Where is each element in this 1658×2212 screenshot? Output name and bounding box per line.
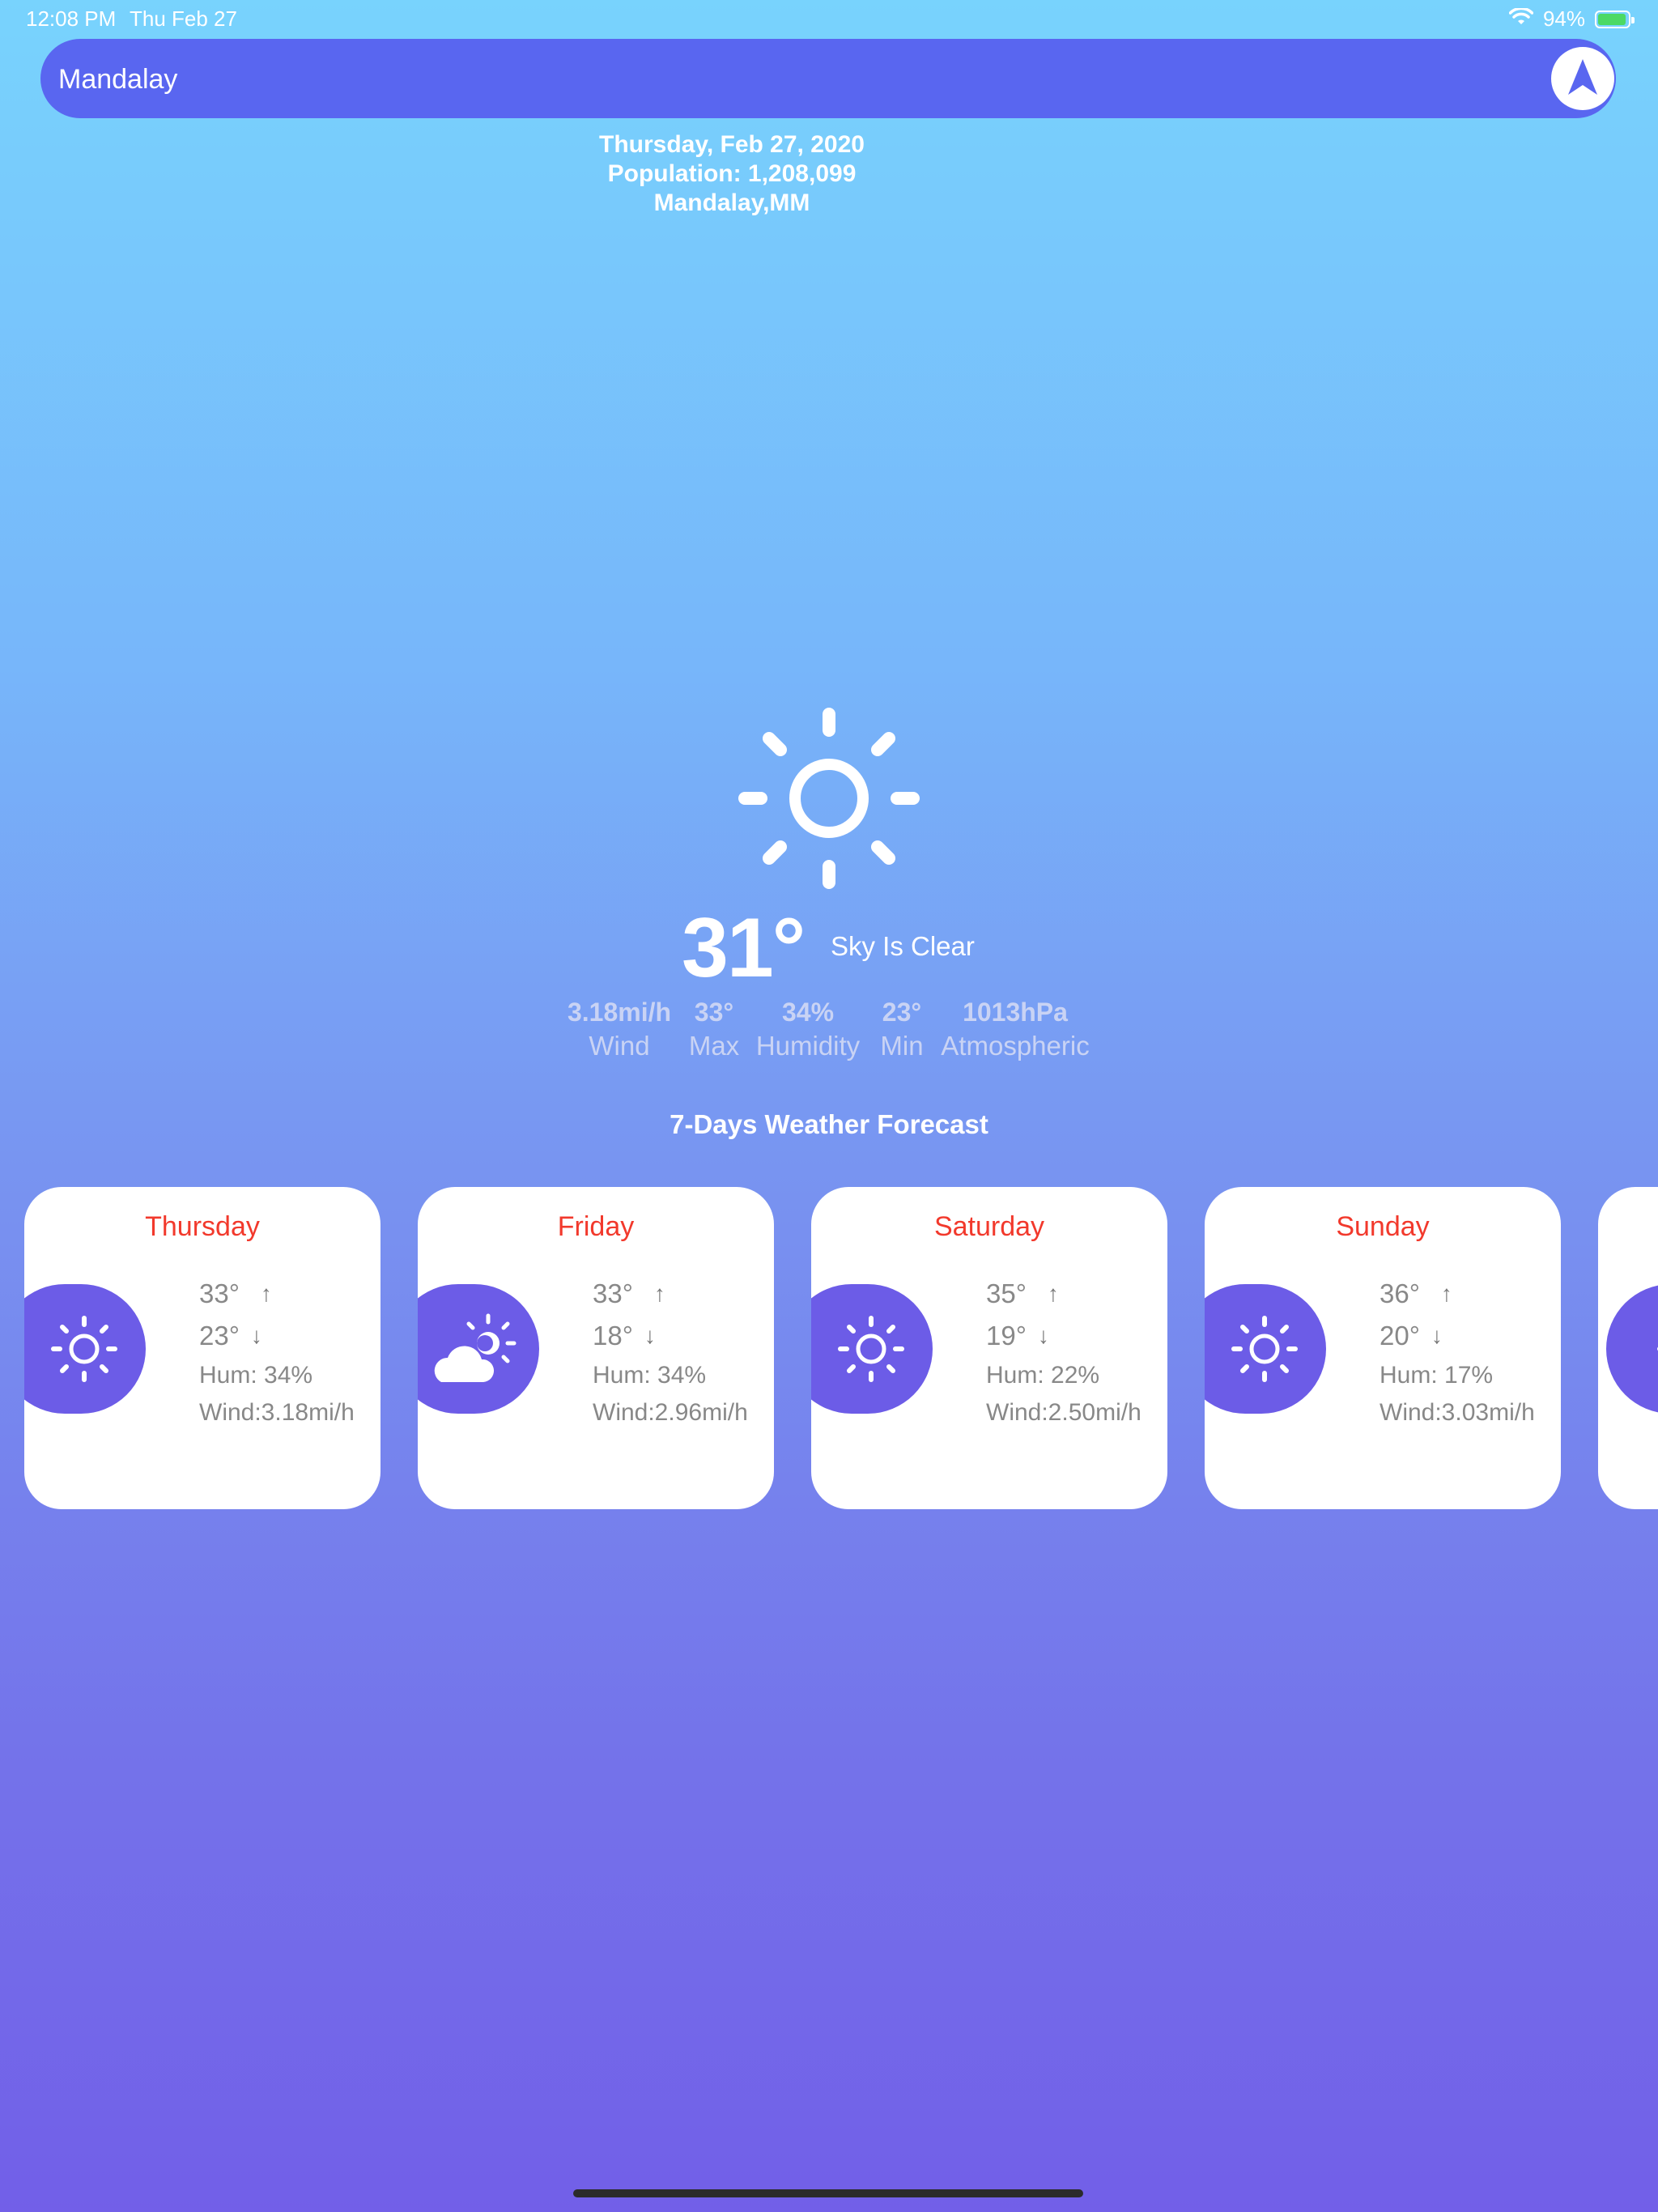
- forecast-title: 7-Days Weather Forecast: [670, 1109, 988, 1139]
- stat-atmospheric: 1013hPa Atmospheric: [934, 998, 1096, 1061]
- humidity-text: Hum: 34%: [199, 1362, 313, 1389]
- forecast-day: Sunday: [1336, 1211, 1430, 1242]
- min-temp: 19°: [986, 1321, 1027, 1351]
- search-bar: [40, 39, 1616, 120]
- stat-value: 23°: [882, 998, 922, 1027]
- min-temp: 18°: [593, 1321, 633, 1351]
- status-date: Thu Feb 27: [130, 6, 237, 31]
- battery-icon: [1595, 10, 1635, 28]
- sun-icon: [737, 706, 921, 895]
- stat-label: Humidity: [755, 1031, 861, 1061]
- stat-wind: 3.18mi/h Wind: [559, 998, 680, 1061]
- stat-label: Max: [688, 1031, 740, 1061]
- weather-description: Sky Is Clear: [831, 931, 975, 961]
- humidity-text: Hum: 17%: [1380, 1362, 1494, 1389]
- forecast-card-saturday[interactable]: Saturday 35° ↑ 19° ↓ Hum: 22% Wind:2.50mi/…: [811, 1187, 1167, 1509]
- wifi-icon: [1508, 6, 1534, 32]
- humidity-text: Hum: 22%: [986, 1362, 1100, 1389]
- locate-button[interactable]: [1551, 47, 1614, 110]
- stat-label: Atmospheric: [941, 1031, 1090, 1061]
- forecast-card-sunday[interactable]: Sunday 36° ↑ 20° ↓ Hum: 17% Wind:3.03mi/h: [1205, 1187, 1561, 1509]
- forecast-day: Saturday: [933, 1211, 1045, 1242]
- wind-text: Wind:2.50mi/h: [986, 1399, 1141, 1426]
- partly-cloudy-icon: [418, 1284, 539, 1414]
- stat-label: Wind: [589, 1031, 650, 1061]
- sun-icon: [811, 1284, 933, 1414]
- stat-label: Min: [880, 1031, 924, 1061]
- stat-max: 33° Max: [682, 998, 746, 1061]
- location-text: Mandalay,MM: [653, 189, 810, 216]
- forecast-card-partial[interactable]: [1598, 1187, 1658, 1509]
- stat-humidity: 34% Humidity: [751, 998, 865, 1061]
- humidity-text: Hum: 34%: [593, 1362, 707, 1389]
- status-indicators: 94%: [1508, 6, 1635, 32]
- arrow-down-icon: ↓: [1037, 1323, 1049, 1348]
- forecast-day: Friday: [557, 1211, 635, 1242]
- wind-text: Wind:2.96mi/h: [593, 1399, 748, 1426]
- sun-icon: [1606, 1284, 1658, 1414]
- home-indicator[interactable]: [573, 2189, 1083, 2197]
- stat-value: 34%: [781, 998, 835, 1027]
- max-temp: 36°: [1380, 1278, 1420, 1308]
- max-temp: 33°: [593, 1278, 633, 1308]
- arrow-up-icon: ↑: [1047, 1281, 1059, 1306]
- max-temp: 33°: [199, 1278, 240, 1308]
- arrow-up-icon: ↑: [260, 1281, 272, 1306]
- arrow-down-icon: ↓: [644, 1323, 656, 1348]
- wind-text: Wind:3.03mi/h: [1380, 1399, 1535, 1426]
- navigation-arrow-icon: [1567, 57, 1599, 100]
- stat-value: 3.18mi/h: [567, 998, 672, 1027]
- battery-fill: [1598, 13, 1626, 25]
- stat-min: 23° Min: [869, 998, 934, 1061]
- population-text: Population: 1,208,099: [607, 160, 857, 187]
- search-input[interactable]: [57, 39, 1436, 120]
- wind-text: Wind:3.18mi/h: [199, 1399, 355, 1426]
- min-temp: 23°: [199, 1321, 240, 1351]
- min-temp: 20°: [1380, 1321, 1420, 1351]
- forecast-card-thursday[interactable]: Thursday 33° ↑ 23° ↓ Hum: 34% Wind:3.18mi/…: [24, 1187, 380, 1509]
- stat-value: 33°: [694, 998, 734, 1027]
- arrow-down-icon: ↓: [1431, 1323, 1443, 1348]
- forecast-card-friday[interactable]: Friday 33° ↑ 18° ↓ Hum: 34% Wind:2.96mi/h: [418, 1187, 774, 1509]
- stat-value: 1013hPa: [963, 998, 1068, 1027]
- arrow-up-icon: ↑: [653, 1281, 665, 1306]
- date-text: Thursday, Feb 27, 2020: [599, 131, 865, 158]
- sun-icon: [24, 1284, 146, 1414]
- arrow-up-icon: ↑: [1440, 1281, 1452, 1306]
- arrow-down-icon: ↓: [250, 1323, 262, 1348]
- battery-percent: 94%: [1542, 6, 1585, 31]
- status-time: 12:08 PM: [26, 6, 117, 31]
- sun-icon: [1205, 1284, 1326, 1414]
- current-temperature: 31°: [682, 901, 806, 995]
- forecast-day: Thursday: [145, 1211, 260, 1242]
- max-temp: 35°: [986, 1278, 1027, 1308]
